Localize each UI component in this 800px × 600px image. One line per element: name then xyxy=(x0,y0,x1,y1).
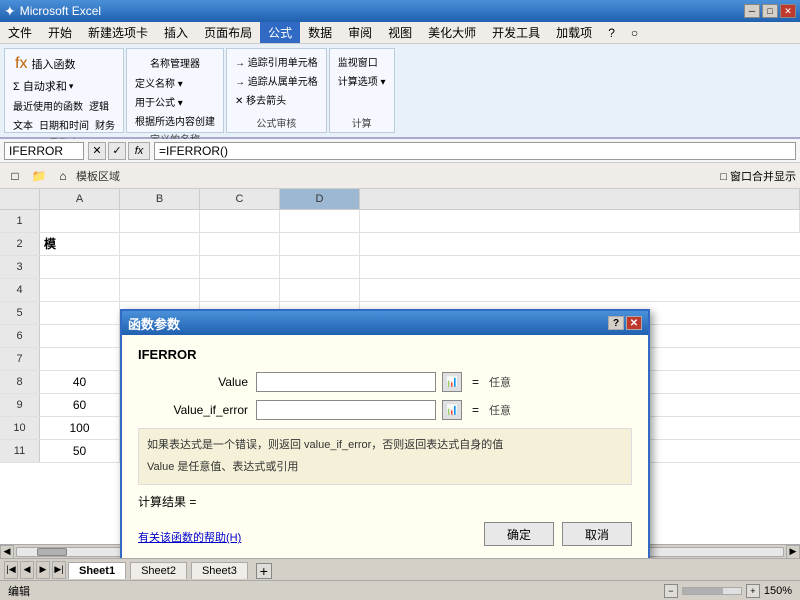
dialog-body: IFERROR Value 📊 = 任意 Valu xyxy=(122,335,648,558)
ribbon-group-audit-label: 公式审核 xyxy=(256,115,296,130)
ribbon-btn-trace-dep[interactable]: → 追踪从属单元格 xyxy=(233,72,320,89)
sheet-add-btn[interactable]: + xyxy=(256,563,272,579)
menu-circle[interactable]: ○ xyxy=(623,22,646,43)
ribbon-btn-watch-window[interactable]: 监视窗口 xyxy=(336,53,388,70)
menu-addins[interactable]: 加载项 xyxy=(548,22,600,43)
sheet-tab-3[interactable]: Sheet3 xyxy=(191,562,248,579)
minimize-button[interactable]: ─ xyxy=(744,4,760,18)
dialog-value-equals: = xyxy=(472,375,479,389)
ribbon-group-funclib: fx 插入函数 Σ 自动求和 ▾ 最近使用的函数 逻辑 文本 日期和时间 财务 xyxy=(4,48,124,133)
dialog-value-if-error-picker-btn[interactable]: 📊 xyxy=(442,400,462,420)
dialog-value-if-error-row: Value_if_error 📊 = 任意 xyxy=(138,400,632,420)
ribbon-btn-use-in-formula[interactable]: 用于公式 ▾ xyxy=(133,93,217,110)
ribbon-btn-remove-arrows[interactable]: ✕ 移去箭头 xyxy=(233,91,320,108)
sheet-scroll-next[interactable]: ▶ xyxy=(36,561,50,579)
sheet-scroll-last[interactable]: ▶| xyxy=(52,561,66,579)
zoom-level: 150% xyxy=(764,585,792,597)
name-box[interactable] xyxy=(4,142,84,160)
ribbon-group-audit: → 追踪引用单元格 → 追踪从属单元格 ✕ 移去箭头 公式审核 xyxy=(226,48,327,133)
function-args-dialog: 函数参数 ? ✕ IFERROR Value 📊 xyxy=(120,309,650,558)
dialog-value-input[interactable] xyxy=(256,372,436,392)
ribbon-btn-text[interactable]: 文本 xyxy=(11,116,35,133)
ribbon-btn-insert-func[interactable]: fx 插入函数 xyxy=(11,53,117,75)
dialog-value-row: Value 📊 = 任意 xyxy=(138,372,632,392)
ribbon-btn-datetime[interactable]: 日期和时间 xyxy=(37,116,91,133)
dialog-cancel-btn[interactable]: 取消 xyxy=(562,522,632,546)
dialog-desc-line1: 如果表达式是一个错误，则返回 value_if_error，否则返回表达式自身的… xyxy=(147,437,623,455)
dialog-ok-btn[interactable]: 确定 xyxy=(484,522,554,546)
menu-data[interactable]: 数据 xyxy=(300,22,340,43)
dialog-value-result: 任意 xyxy=(489,374,511,390)
ribbon-group-calc-label: 计算 xyxy=(352,115,372,130)
dialog-help-link[interactable]: 有关该函数的帮助(H) xyxy=(138,529,241,545)
dialog-title-text: 函数参数 xyxy=(128,314,180,333)
dialog-value-label: Value xyxy=(138,375,248,389)
close-button[interactable]: ✕ xyxy=(780,4,796,18)
ribbon-group-names: 名称管理器 定义名称 ▾ 用于公式 ▾ 根据所选内容创建 定义的名称 xyxy=(126,48,224,133)
formula-input[interactable] xyxy=(154,142,796,160)
dialog-value-if-error-input[interactable] xyxy=(256,400,436,420)
toolbar-new-btn[interactable]: □ xyxy=(4,166,26,186)
ribbon-btn-name-mgr[interactable]: 名称管理器 xyxy=(133,53,217,72)
sheet-tab-2[interactable]: Sheet2 xyxy=(130,562,187,579)
dialog-func-name: IFERROR xyxy=(138,347,632,362)
dialog-help-btn[interactable]: ? xyxy=(608,316,624,330)
zoom-out-btn[interactable]: − xyxy=(664,584,678,598)
menu-bar: 文件 开始 新建选项卡 插入 页面布局 公式 数据 审阅 视图 美化大师 开发工… xyxy=(0,22,800,44)
template-area-label: 模板区域 xyxy=(76,168,120,184)
menu-file[interactable]: 文件 xyxy=(0,22,40,43)
formula-cancel-btn[interactable]: ✕ xyxy=(88,142,106,160)
menu-developer[interactable]: 开发工具 xyxy=(484,22,548,43)
ribbon-btn-define-name[interactable]: 定义名称 ▾ xyxy=(133,74,217,91)
dialog-close-btn[interactable]: ✕ xyxy=(626,316,642,330)
dialog-description: 如果表达式是一个错误，则返回 value_if_error，否则返回表达式自身的… xyxy=(138,428,632,485)
menu-formula[interactable]: 公式 xyxy=(260,22,300,43)
dialog-calc-label: 计算结果 = xyxy=(138,495,196,509)
ribbon-btn-create-from-sel[interactable]: 根据所选内容创建 xyxy=(133,112,217,129)
toolbar: □ 📁 ⌂ 模板区域 □ 窗口合并显示 xyxy=(0,163,800,189)
menu-view[interactable]: 视图 xyxy=(380,22,420,43)
ribbon-btn-finance[interactable]: 财务 xyxy=(93,116,117,133)
menu-help[interactable]: ? xyxy=(600,22,623,43)
app-icon: ✦ xyxy=(4,3,16,20)
ribbon-btn-recent-func[interactable]: 最近使用的函数 xyxy=(11,97,85,114)
status-mode: 编辑 xyxy=(8,583,30,599)
dialog-footer: 有关该函数的帮助(H) 确定 取消 xyxy=(138,522,632,546)
title-bar: ✦ Microsoft Excel ─ □ ✕ xyxy=(0,0,800,22)
title-bar-title: Microsoft Excel xyxy=(20,4,101,18)
dialog-overlay: 函数参数 ? ✕ IFERROR Value 📊 xyxy=(0,189,800,558)
dialog-value-if-error-result: 任意 xyxy=(489,402,511,418)
ribbon: fx 插入函数 Σ 自动求和 ▾ 最近使用的函数 逻辑 文本 日期和时间 财务 xyxy=(0,44,800,139)
ribbon-btn-autosum[interactable]: Σ 自动求和 ▾ xyxy=(11,77,75,95)
ribbon-btn-logic[interactable]: 逻辑 xyxy=(87,97,111,114)
window-merge-label: □ 窗口合并显示 xyxy=(720,168,796,184)
menu-start[interactable]: 开始 xyxy=(40,22,80,43)
sheet-tab-1[interactable]: Sheet1 xyxy=(68,562,126,579)
status-bar: 编辑 − + 150% xyxy=(0,580,800,600)
toolbar-home-btn[interactable]: ⌂ xyxy=(52,166,74,186)
sheet-scroll-prev[interactable]: ◀ xyxy=(20,561,34,579)
dialog-title-bar: 函数参数 ? ✕ xyxy=(122,311,648,335)
dialog-desc-line2: Value 是任意值、表达式或引用 xyxy=(147,459,623,477)
menu-insert[interactable]: 插入 xyxy=(156,22,196,43)
menu-new-tab[interactable]: 新建选项卡 xyxy=(80,22,156,43)
ribbon-btn-trace-prec[interactable]: → 追踪引用单元格 xyxy=(233,53,320,70)
formula-bar: ✕ ✓ fx xyxy=(0,139,800,163)
ribbon-group-calc: 监视窗口 计算选项 ▾ 计算 xyxy=(329,48,395,133)
toolbar-open-btn[interactable]: 📁 xyxy=(28,166,50,186)
menu-review[interactable]: 审阅 xyxy=(340,22,380,43)
dialog-calc-result: 计算结果 = xyxy=(138,493,632,510)
zoom-in-btn[interactable]: + xyxy=(746,584,760,598)
menu-page-layout[interactable]: 页面布局 xyxy=(196,22,260,43)
ribbon-btn-calc-options[interactable]: 计算选项 ▾ xyxy=(336,72,388,89)
maximize-button[interactable]: □ xyxy=(762,4,778,18)
formula-fx-btn[interactable]: fx xyxy=(128,142,150,160)
dialog-value-picker-btn[interactable]: 📊 xyxy=(442,372,462,392)
menu-beautify[interactable]: 美化大师 xyxy=(420,22,484,43)
dialog-value-if-error-label: Value_if_error xyxy=(138,403,248,417)
dialog-value-if-error-equals: = xyxy=(472,403,479,417)
sheet-scroll-first[interactable]: |◀ xyxy=(4,561,18,579)
formula-confirm-btn[interactable]: ✓ xyxy=(108,142,126,160)
